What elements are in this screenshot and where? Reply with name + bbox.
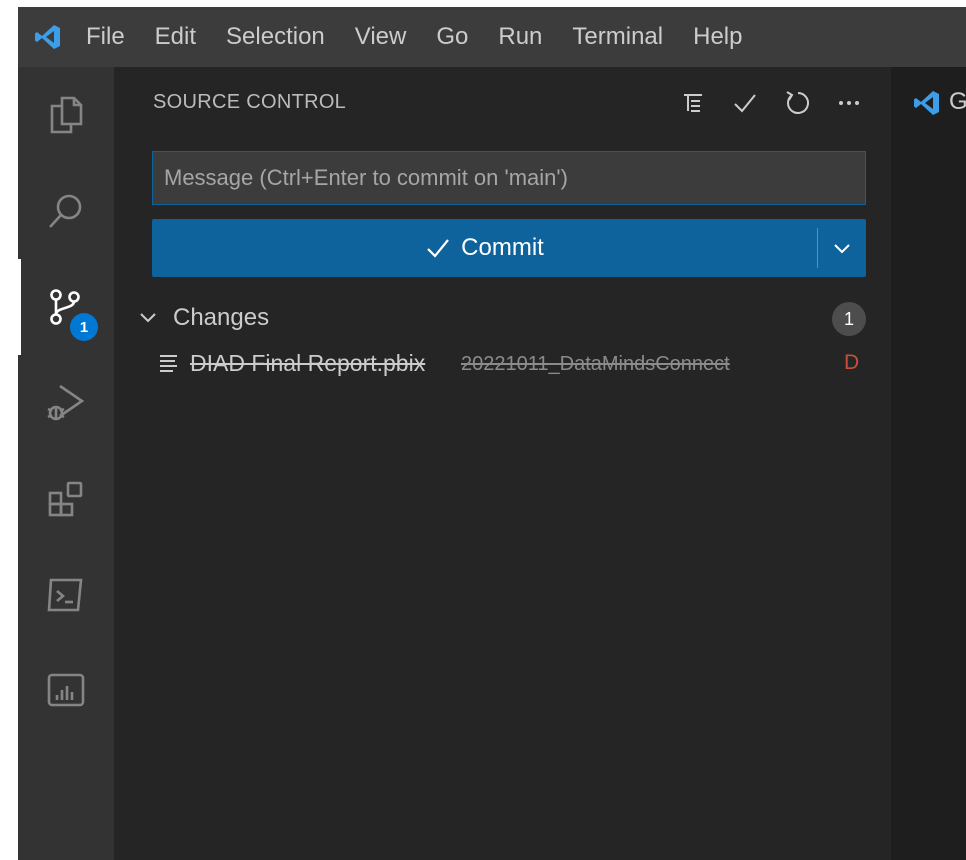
power-bi-icon bbox=[47, 673, 85, 707]
commit-button[interactable]: Commit bbox=[152, 219, 817, 277]
editor-tab[interactable]: G bbox=[891, 67, 966, 137]
refresh-icon bbox=[786, 91, 809, 114]
vscode-logo-icon bbox=[914, 91, 939, 115]
run-debug-icon bbox=[47, 384, 85, 421]
source-control-badge: 1 bbox=[70, 313, 98, 341]
panel-header: SOURCE CONTROL bbox=[114, 67, 891, 137]
menu-selection[interactable]: Selection bbox=[211, 7, 340, 67]
panel-title: SOURCE CONTROL bbox=[153, 91, 347, 113]
file-status-deleted: D bbox=[844, 351, 860, 374]
editor-tab-label: G bbox=[949, 88, 966, 115]
search-icon bbox=[49, 194, 82, 228]
refresh-button[interactable] bbox=[779, 85, 815, 121]
file-icon bbox=[160, 355, 177, 372]
vscode-window: File Edit Selection View Go Run Terminal… bbox=[18, 7, 966, 860]
source-control-panel: SOURCE CONTROL Message (Ctrl+Enter to co… bbox=[114, 67, 891, 860]
extensions-icon bbox=[48, 481, 83, 517]
menu-edit[interactable]: Edit bbox=[140, 7, 211, 67]
menu-help[interactable]: Help bbox=[678, 7, 757, 67]
activity-power-bi[interactable] bbox=[18, 643, 114, 739]
commit-check-icon bbox=[734, 94, 756, 113]
activity-extensions[interactable] bbox=[18, 451, 114, 547]
menu-go[interactable]: Go bbox=[421, 7, 483, 67]
commit-check-button[interactable] bbox=[727, 85, 763, 121]
title-bar: File Edit Selection View Go Run Terminal… bbox=[18, 7, 966, 67]
menu-terminal[interactable]: Terminal bbox=[557, 7, 678, 67]
changes-label: Changes bbox=[173, 304, 270, 331]
activity-source-control[interactable]: 1 bbox=[18, 259, 114, 355]
vscode-logo-icon bbox=[18, 7, 78, 67]
menu-bar: File Edit Selection View Go Run Terminal… bbox=[78, 7, 757, 67]
activity-explorer[interactable] bbox=[18, 67, 114, 163]
menu-file[interactable]: File bbox=[78, 7, 140, 67]
activity-bar: 1 bbox=[18, 67, 114, 860]
view-as-tree-icon bbox=[684, 94, 702, 112]
menu-run[interactable]: Run bbox=[483, 7, 557, 67]
changes-count-badge: 1 bbox=[832, 302, 866, 336]
activity-search[interactable] bbox=[18, 163, 114, 259]
panel-actions bbox=[675, 85, 867, 121]
commit-dropdown-button[interactable] bbox=[818, 219, 866, 277]
more-actions-button[interactable] bbox=[831, 85, 867, 121]
changed-file-path: 20221011_DataMindsConnect bbox=[461, 353, 730, 375]
commit-button-label: Commit bbox=[461, 234, 544, 261]
check-icon bbox=[427, 239, 450, 258]
chevron-down-icon bbox=[140, 313, 156, 323]
more-actions-icon bbox=[839, 101, 859, 105]
activity-run-debug[interactable] bbox=[18, 355, 114, 451]
changed-file-row[interactable]: DIAD Final Report.pbix 20221011_DataMind… bbox=[114, 341, 891, 385]
chevron-down-icon bbox=[834, 244, 850, 254]
terminal-icon bbox=[47, 578, 83, 612]
explorer-icon bbox=[50, 96, 83, 134]
changed-file-name: DIAD Final Report.pbix bbox=[190, 350, 426, 376]
commit-message-input[interactable] bbox=[152, 151, 866, 205]
view-as-tree-button[interactable] bbox=[675, 85, 711, 121]
commit-button-group: Commit bbox=[152, 219, 866, 277]
menu-view[interactable]: View bbox=[340, 7, 422, 67]
activity-terminal[interactable] bbox=[18, 547, 114, 643]
changes-group-header[interactable]: Changes 1 bbox=[114, 295, 891, 339]
